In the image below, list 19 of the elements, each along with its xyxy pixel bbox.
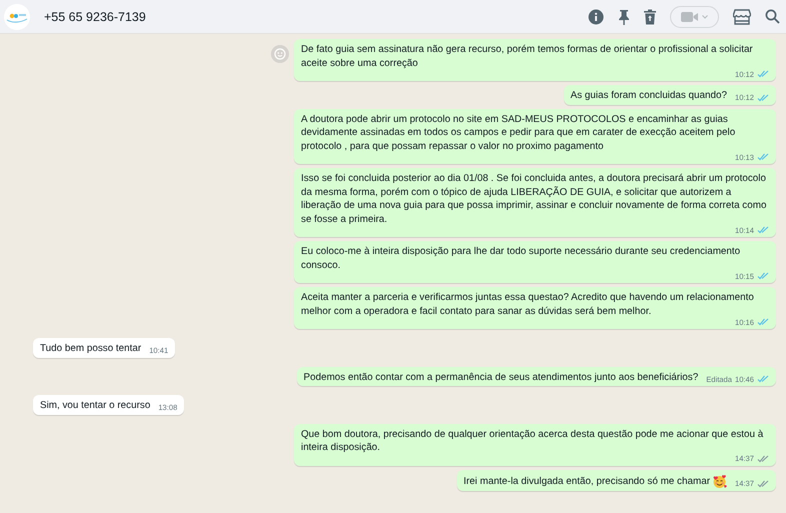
video-camera-icon <box>681 10 699 22</box>
message-text: Irei mante-la divulgada então, precisando só me chamar <box>464 475 710 488</box>
message-text: Isso se foi concluida posterior ao dia 01/08 . Se foi concluida antes, a doutora precisará abrir um protocolo da mesma forma, porém com o tópico de ajuda LIBERAÇÃO DE GUIA, e solicitar que autorizem a liberação de uma nova guia para que possa imprimir, assinar e concluir novamente de forma correta como se fosse a primeira. <box>301 172 768 226</box>
store-icon[interactable] <box>733 8 751 24</box>
message-text: Aceita manter a parceria e verificarmos juntas essa questao? Acredito que havendo um relacionamento melhor com a operadora e facil contato para sanar as dúvidas será bem melhor. <box>301 291 755 318</box>
info-icon[interactable] <box>588 8 604 24</box>
message-text: Tudo bem posso tentar <box>40 342 142 356</box>
message-text: De fato guia sem assinatura não gera recurso, porém temos formas de orientar o profissional a solicitar aceite sobre uma correção <box>301 43 754 70</box>
message-text: Que bom doutora, precisando de qualquer orientação acerca desta questão pode me acionar que estou à inteira disposição. <box>301 428 764 454</box>
message-text: A doutora pode abrir um protocolo no site em SAD-MEUS PROTOCOLOS e encaminhar as guias devidamente assinadas em todos os campos e pedir para que em carater de execção aceitem pelo protocolo , para que possam repassar o valor no proximo pagamento <box>301 112 736 153</box>
search-icon[interactable] <box>765 9 780 24</box>
pin-icon[interactable] <box>618 8 630 24</box>
message-text: As guias foram concluidas quando? <box>570 89 727 102</box>
caret-icon <box>702 14 708 18</box>
message-text: Sim, vou tentar o recurso <box>40 399 150 412</box>
message-text: Podemos então contar com a permanência de seus atendimentos junto aos beneficiários? <box>304 370 698 384</box>
contact-phone-number: +55 65 9236-7139 <box>44 10 147 24</box>
trash-icon[interactable] <box>644 8 656 24</box>
message-text: Eu coloco-me à inteira disposição para lhe dar todo suporte necessário durante seu credenciamento consoco. <box>301 245 742 272</box>
